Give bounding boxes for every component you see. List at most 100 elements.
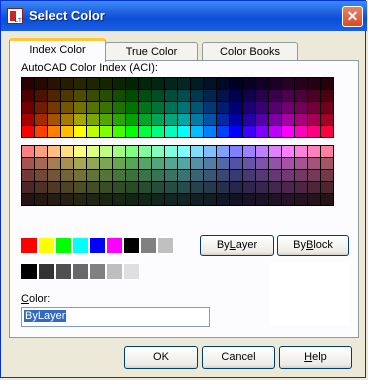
aci-swatch[interactable] xyxy=(87,102,99,113)
aci-swatch[interactable] xyxy=(243,170,255,181)
aci-swatch[interactable] xyxy=(321,114,333,125)
aci-swatch[interactable] xyxy=(230,182,242,193)
aci-swatch[interactable] xyxy=(74,126,86,137)
aci-swatch[interactable] xyxy=(204,170,216,181)
aci-swatch[interactable] xyxy=(282,158,294,169)
aci-swatch[interactable] xyxy=(152,146,164,157)
aci-swatch[interactable] xyxy=(126,78,138,89)
aci-swatch[interactable] xyxy=(126,102,138,113)
gray-color-swatch[interactable] xyxy=(72,263,89,280)
aci-swatch[interactable] xyxy=(152,114,164,125)
aci-swatch[interactable] xyxy=(87,194,99,205)
aci-swatch[interactable] xyxy=(61,146,73,157)
standard-color-swatch[interactable] xyxy=(157,237,174,254)
aci-swatch[interactable] xyxy=(61,194,73,205)
aci-swatch[interactable] xyxy=(230,170,242,181)
aci-swatch[interactable] xyxy=(126,158,138,169)
aci-swatch[interactable] xyxy=(321,102,333,113)
aci-swatch[interactable] xyxy=(256,194,268,205)
aci-swatch[interactable] xyxy=(152,158,164,169)
aci-swatch[interactable] xyxy=(35,182,47,193)
byblock-button[interactable]: ByBlock xyxy=(277,235,349,256)
aci-swatch[interactable] xyxy=(282,114,294,125)
aci-swatch[interactable] xyxy=(191,146,203,157)
aci-swatch[interactable] xyxy=(256,90,268,101)
aci-swatch[interactable] xyxy=(256,126,268,137)
aci-swatch[interactable] xyxy=(113,114,125,125)
aci-swatch[interactable] xyxy=(165,170,177,181)
aci-swatch[interactable] xyxy=(74,182,86,193)
aci-swatch[interactable] xyxy=(22,182,34,193)
bylayer-button[interactable]: ByLayer xyxy=(200,235,274,256)
help-button[interactable]: Help xyxy=(279,346,352,369)
aci-swatch[interactable] xyxy=(191,170,203,181)
aci-swatch[interactable] xyxy=(243,146,255,157)
aci-swatch[interactable] xyxy=(22,194,34,205)
aci-swatch[interactable] xyxy=(152,90,164,101)
aci-swatch[interactable] xyxy=(35,170,47,181)
aci-swatch[interactable] xyxy=(22,126,34,137)
color-input[interactable]: ByLayer xyxy=(21,307,210,327)
aci-swatch[interactable] xyxy=(321,78,333,89)
aci-swatch[interactable] xyxy=(48,182,60,193)
aci-swatch[interactable] xyxy=(217,170,229,181)
aci-swatch[interactable] xyxy=(269,158,281,169)
aci-swatch[interactable] xyxy=(126,170,138,181)
aci-swatch[interactable] xyxy=(165,90,177,101)
aci-swatch[interactable] xyxy=(74,90,86,101)
aci-swatch[interactable] xyxy=(178,90,190,101)
aci-swatch[interactable] xyxy=(139,126,151,137)
aci-swatch[interactable] xyxy=(217,146,229,157)
close-button[interactable]: ✕ xyxy=(342,6,363,27)
aci-swatch[interactable] xyxy=(295,170,307,181)
aci-swatch[interactable] xyxy=(74,102,86,113)
aci-swatch[interactable] xyxy=(204,194,216,205)
aci-swatch[interactable] xyxy=(61,114,73,125)
aci-swatch[interactable] xyxy=(282,102,294,113)
aci-swatch[interactable] xyxy=(217,126,229,137)
aci-swatch[interactable] xyxy=(61,102,73,113)
aci-swatch[interactable] xyxy=(165,102,177,113)
aci-swatch[interactable] xyxy=(126,146,138,157)
aci-swatch[interactable] xyxy=(282,170,294,181)
cancel-button[interactable]: Cancel xyxy=(202,346,275,369)
standard-color-swatch[interactable] xyxy=(21,237,38,254)
aci-swatch[interactable] xyxy=(87,126,99,137)
aci-swatch[interactable] xyxy=(308,170,320,181)
aci-swatch[interactable] xyxy=(295,78,307,89)
tab-true-color[interactable]: True Color xyxy=(105,42,198,61)
aci-swatch[interactable] xyxy=(126,194,138,205)
aci-swatch[interactable] xyxy=(139,114,151,125)
aci-swatch[interactable] xyxy=(152,102,164,113)
aci-swatch[interactable] xyxy=(191,90,203,101)
aci-swatch[interactable] xyxy=(230,158,242,169)
aci-swatch[interactable] xyxy=(126,114,138,125)
standard-color-swatch[interactable] xyxy=(89,237,106,254)
aci-swatch[interactable] xyxy=(282,78,294,89)
aci-swatch[interactable] xyxy=(178,146,190,157)
aci-swatch[interactable] xyxy=(321,146,333,157)
aci-swatch[interactable] xyxy=(139,146,151,157)
aci-swatch[interactable] xyxy=(282,182,294,193)
aci-swatch[interactable] xyxy=(61,158,73,169)
aci-swatch[interactable] xyxy=(22,158,34,169)
aci-swatch[interactable] xyxy=(178,114,190,125)
aci-swatch[interactable] xyxy=(308,182,320,193)
aci-swatch[interactable] xyxy=(256,114,268,125)
aci-swatch[interactable] xyxy=(87,170,99,181)
gray-color-swatch[interactable] xyxy=(89,263,106,280)
aci-swatch[interactable] xyxy=(113,158,125,169)
aci-swatch[interactable] xyxy=(126,90,138,101)
aci-swatch[interactable] xyxy=(204,182,216,193)
aci-swatch[interactable] xyxy=(256,170,268,181)
aci-swatch[interactable] xyxy=(35,146,47,157)
aci-swatch[interactable] xyxy=(191,158,203,169)
aci-swatch[interactable] xyxy=(178,102,190,113)
aci-swatch[interactable] xyxy=(256,182,268,193)
aci-swatch[interactable] xyxy=(282,90,294,101)
aci-swatch[interactable] xyxy=(243,102,255,113)
aci-swatch[interactable] xyxy=(321,90,333,101)
aci-swatch[interactable] xyxy=(191,182,203,193)
gray-color-swatch[interactable] xyxy=(55,263,72,280)
aci-swatch[interactable] xyxy=(35,114,47,125)
